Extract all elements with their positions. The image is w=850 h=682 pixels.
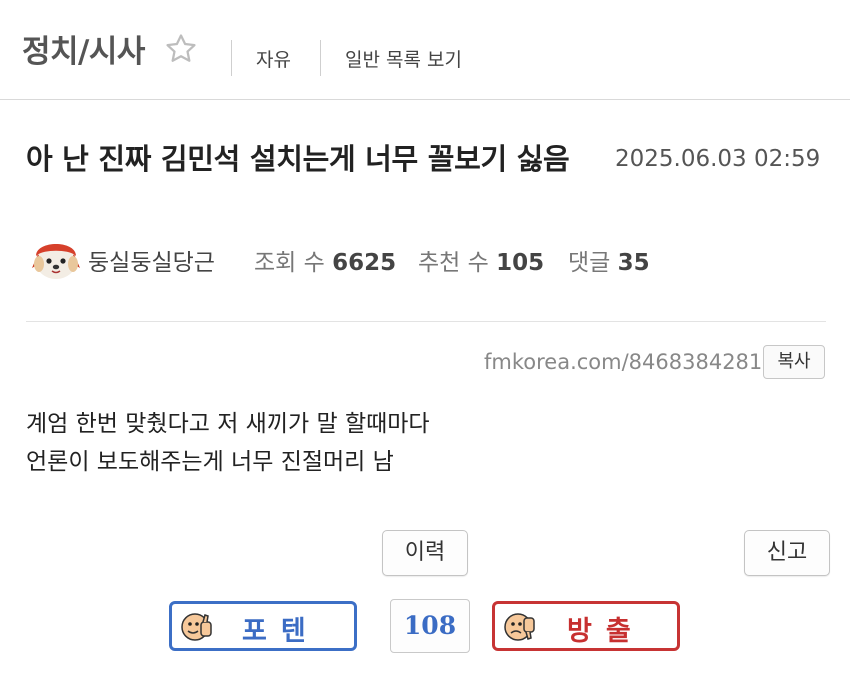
comment-count-value: 35: [617, 250, 650, 276]
board-header: 정치/시사 자유 일반 목록 보기: [0, 0, 850, 100]
header-divider: [231, 40, 232, 76]
post-body-line: 언론이 보도해주는게 너무 진절머리 남: [26, 449, 394, 475]
downvote-label: 방출: [567, 616, 645, 647]
view-count-label: 조회 수: [254, 250, 325, 276]
vote-count: 108: [390, 599, 470, 653]
upvote-button[interactable]: 포텐: [169, 601, 357, 651]
post-url[interactable]: fmkorea.com/8468384281: [484, 350, 762, 374]
star-outline-icon[interactable]: [164, 32, 198, 66]
avatar[interactable]: [30, 234, 82, 282]
recommend-count-value: 105: [496, 250, 545, 276]
thumbs-down-face-icon: [504, 613, 535, 641]
upvote-label: 포텐: [242, 616, 320, 647]
nav-list-view-link[interactable]: 일반 목록 보기: [345, 45, 462, 72]
comment-count[interactable]: 댓글 35: [568, 243, 650, 277]
history-button[interactable]: 이력: [382, 530, 468, 576]
comment-count-label: 댓글: [568, 250, 611, 276]
author-name[interactable]: 둥실둥실당근: [88, 243, 215, 277]
post-body-line: 계엄 한번 맞췄다고 저 새끼가 말 할때마다: [26, 411, 430, 437]
report-button[interactable]: 신고: [744, 530, 830, 576]
post-meta: 둥실둥실당근 조회 수 6625 추천 수 105 댓글 35: [26, 234, 826, 282]
thumbs-up-face-icon: [181, 613, 212, 641]
header-divider: [320, 40, 321, 76]
view-count-value: 6625: [332, 250, 397, 276]
downvote-button[interactable]: 방출: [492, 601, 680, 651]
post-body: 계엄 한번 맞췄다고 저 새끼가 말 할때마다 언론이 보도해주는게 너무 진절…: [26, 405, 430, 481]
recommend-count-label: 추천 수: [418, 250, 489, 276]
copy-url-button[interactable]: 복사: [763, 345, 825, 379]
content-divider: [26, 321, 826, 322]
post-date: 2025.06.03 02:59: [615, 146, 821, 172]
view-count: 조회 수 6625: [254, 243, 396, 277]
recommend-count: 추천 수 105: [418, 243, 544, 277]
nav-free-board-link[interactable]: 자유: [256, 45, 291, 72]
post-title: 아 난 진짜 김민석 설치는게 너무 꼴보기 싫음: [26, 142, 570, 176]
board-title[interactable]: 정치/시사: [22, 26, 145, 71]
